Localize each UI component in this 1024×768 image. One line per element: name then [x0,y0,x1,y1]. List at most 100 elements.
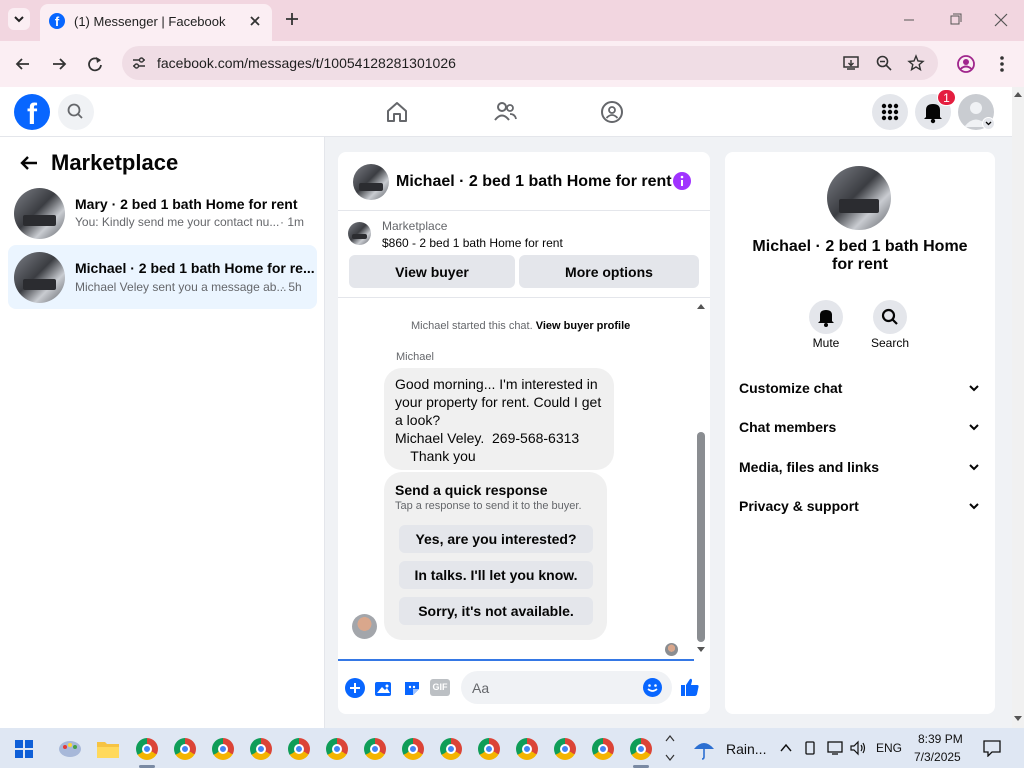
tab-title: (1) Messenger | Facebook [74,14,226,29]
account-chevron-icon[interactable] [982,117,995,130]
thread-item-active[interactable]: Michael · 2 bed 1 bath Home for re... Mi… [8,245,317,309]
fb-search-button[interactable] [58,94,94,130]
listing-thumbnail[interactable] [348,222,371,245]
browser-tab[interactable]: f (1) Messenger | Facebook [40,4,272,41]
chrome-taskbar-icon[interactable] [174,738,196,760]
taskbar-scroll-down-icon[interactable] [665,754,675,762]
thread-item[interactable]: Mary · 2 bed 1 bath Home for rent You: K… [8,183,317,243]
quick-reply-button[interactable]: In talks. I'll let you know. [399,561,593,589]
chrome-taskbar-icon[interactable] [364,738,386,760]
scroll-down-icon[interactable] [1012,714,1024,724]
browser-menu-icon[interactable] [994,54,1010,74]
more-options-button[interactable]: More options [519,255,699,288]
close-window-icon[interactable] [990,10,1012,30]
site-info-icon[interactable] [130,54,148,72]
minimize-icon[interactable] [898,12,920,28]
message-input[interactable]: Aa [461,671,672,704]
quick-reply-button[interactable]: Sorry, it's not available. [399,597,593,625]
chrome-taskbar-icon[interactable] [478,738,500,760]
page-scrollbar[interactable] [1012,87,1024,728]
tab-search-button[interactable] [8,8,30,30]
new-tab-icon[interactable] [282,9,302,29]
search-label: Search [870,336,910,350]
omnibox[interactable]: facebook.com/messages/t/1005412828130102… [122,46,938,80]
tab-close-icon[interactable] [246,12,264,30]
info-avatar[interactable] [827,166,891,230]
back-arrow-icon[interactable] [18,152,40,174]
add-plus-icon[interactable] [345,678,365,698]
weather-umbrella-icon[interactable] [692,737,716,761]
taskbar-scroll-up-icon[interactable] [665,734,675,742]
bookmark-star-icon[interactable] [907,54,925,72]
forward-icon[interactable] [48,53,70,75]
zoom-icon[interactable] [875,54,893,72]
install-app-icon[interactable] [842,54,860,72]
chrome-taskbar-icon[interactable] [592,738,614,760]
search-button[interactable] [873,300,907,334]
view-buyer-profile-link[interactable]: View buyer profile [536,320,631,332]
section-privacy-support[interactable]: Privacy & support [739,496,981,516]
clock-date[interactable]: 7/3/2025 [914,750,961,764]
section-chat-members[interactable]: Chat members [739,417,981,437]
chrome-taskbar-icon[interactable] [516,738,538,760]
reload-icon[interactable] [84,53,106,75]
clock-time[interactable]: 8:39 PM [918,732,963,746]
quick-reply-button[interactable]: Yes, are you interested? [399,525,593,553]
scrollbar-down-icon[interactable] [695,645,707,655]
gif-icon[interactable]: GIF [430,679,450,696]
device-icon[interactable] [803,740,817,756]
sender-avatar[interactable] [352,614,377,639]
info-name-line1: Michael · 2 bed 1 bath Home [752,238,968,255]
conversation-info-icon[interactable] [673,172,691,190]
weather-text[interactable]: Rain... [726,741,766,757]
chrome-taskbar-icon[interactable] [402,738,424,760]
chat-header-avatar[interactable] [353,164,389,200]
message-line: Good morning... I'm interested in [395,376,598,392]
tray-chevron-up-icon[interactable] [779,741,793,755]
scrollbar-up-icon[interactable] [695,301,707,311]
back-icon[interactable] [12,53,34,75]
chrome-taskbar-icon[interactable] [250,738,272,760]
file-explorer-icon[interactable] [96,739,120,759]
home-icon[interactable] [384,99,410,125]
message-bubble[interactable]: Good morning... I'm interested in your p… [384,368,614,470]
message-line: a look? [395,412,441,428]
section-media-files-links[interactable]: Media, files and links [739,457,981,477]
chrome-taskbar-icon[interactable] [136,738,158,760]
like-thumb-icon[interactable] [679,676,701,698]
chrome-taskbar-icon[interactable] [288,738,310,760]
chrome-taskbar-icon[interactable] [440,738,462,760]
sender-name: Michael [396,351,434,363]
emoji-icon[interactable] [643,678,662,697]
url-text[interactable]: facebook.com/messages/t/1005412828130102… [157,55,456,71]
chrome-taskbar-icon[interactable] [630,738,652,760]
sticker-icon[interactable] [402,678,422,698]
volume-icon[interactable] [849,740,867,756]
chrome-taskbar-icon[interactable] [554,738,576,760]
chrome-taskbar-icon[interactable] [326,738,348,760]
restore-icon[interactable] [944,10,966,30]
photo-icon[interactable] [373,678,393,698]
chat-header-name[interactable]: Michael · 2 bed 1 bath Home for rent [396,173,672,191]
start-windows-icon[interactable] [15,740,33,758]
facebook-logo-icon[interactable]: f [14,94,50,130]
chat-started-text: Michael started this chat. [411,320,533,332]
chrome-taskbar-icon[interactable] [212,738,234,760]
groups-icon[interactable] [599,99,625,125]
section-customize-chat[interactable]: Customize chat [739,378,981,398]
view-buyer-button[interactable]: View buyer [349,255,515,288]
paint-app-icon[interactable] [57,737,83,759]
friends-icon[interactable] [492,99,518,125]
scrollbar-thumb[interactable] [697,432,705,642]
profile-icon[interactable] [956,54,976,74]
menu-grid-button[interactable] [872,94,908,130]
mute-button[interactable] [809,300,843,334]
language-indicator[interactable]: ENG [876,741,902,755]
listing-title[interactable]: $860 - 2 bed 1 bath Home for rent [382,236,563,250]
scroll-up-icon[interactable] [1012,89,1024,99]
notification-center-icon[interactable] [982,739,1002,757]
divider [338,210,710,211]
network-icon[interactable] [826,740,844,756]
chevron-down-icon [969,424,979,431]
message-line: Thank you [395,448,476,464]
